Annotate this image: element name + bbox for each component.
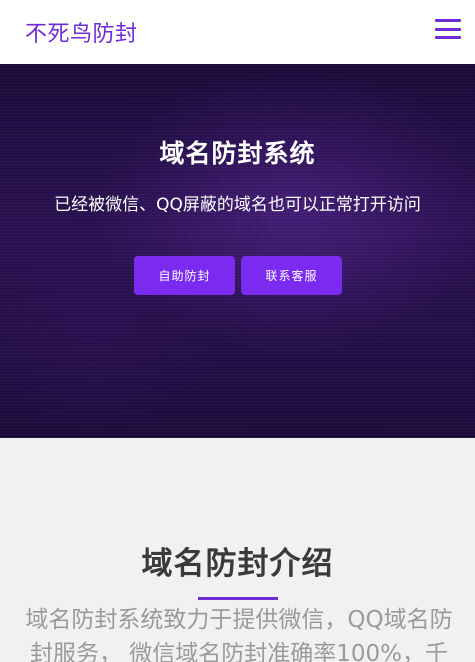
menu-bar <box>435 36 461 39</box>
hero-title: 域名防封系统 <box>159 139 316 168</box>
self-service-button[interactable]: 自助防封 <box>134 256 235 295</box>
brand-logo[interactable]: 不死鸟防封 <box>25 16 138 48</box>
hero-background-texture <box>0 64 475 438</box>
title-divider <box>198 597 278 600</box>
hamburger-menu-icon[interactable] <box>435 19 461 39</box>
navbar: 不死鸟防封 <box>0 0 475 64</box>
menu-bar <box>435 27 461 31</box>
hero-subtitle: 已经被微信、QQ屏蔽的域名也可以正常打开访问 <box>54 195 421 215</box>
hero-banner: 域名防封系统 已经被微信、QQ屏蔽的域名也可以正常打开访问 自助防封 联系客服 <box>0 64 475 438</box>
intro-text: 域名防封系统致力于提供微信，QQ域名防封服务， 微信域名防封准确率100%，千 <box>25 607 453 662</box>
menu-bar <box>435 19 461 22</box>
contact-support-button[interactable]: 联系客服 <box>241 256 342 295</box>
intro-title: 域名防封介绍 <box>141 546 334 582</box>
